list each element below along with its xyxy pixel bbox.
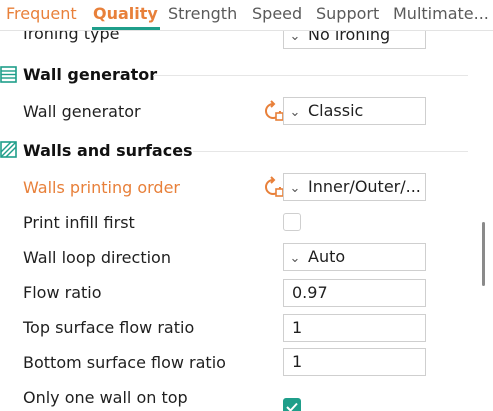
wall-generator-label: Wall generator: [23, 102, 141, 121]
chevron-down-icon: ⌄: [289, 105, 301, 120]
tab-strength[interactable]: Strength: [168, 4, 237, 23]
chevron-down-icon: ⌄: [289, 31, 301, 44]
wall-loop-direction-label: Wall loop direction: [23, 248, 171, 267]
settings-tab-bar: Frequent Quality Strength Speed Support …: [0, 0, 493, 31]
active-tab-indicator: [92, 27, 160, 30]
section-divider: [193, 151, 468, 152]
section-title-wall-generator: Wall generator: [23, 65, 158, 84]
scrollbar-thumb[interactable]: [482, 222, 485, 286]
walls-printing-order-select[interactable]: ⌄ Inner/Outer/...: [283, 173, 426, 201]
tab-quality[interactable]: Quality: [93, 4, 158, 23]
only-one-wall-on-top-checkbox[interactable]: [283, 398, 301, 411]
chevron-down-icon: ⌄: [289, 181, 301, 196]
section-title-walls-and-surfaces: Walls and surfaces: [23, 141, 193, 160]
top-surface-flow-ratio-label: Top surface flow ratio: [23, 318, 195, 337]
walls-surfaces-icon: [0, 141, 17, 158]
wall-loop-direction-select[interactable]: ⌄ Auto: [283, 243, 426, 271]
flow-ratio-input[interactable]: 0.97: [283, 279, 426, 307]
ironing-type-select[interactable]: ⌄ No ironing: [283, 31, 426, 49]
section-divider: [153, 75, 468, 76]
reset-icon[interactable]: [262, 100, 284, 122]
only-one-wall-on-top-label: Only one wall on top: [23, 388, 188, 407]
tab-support[interactable]: Support: [316, 4, 379, 23]
wall-generator-icon: [0, 66, 17, 83]
bottom-surface-flow-ratio-label: Bottom surface flow ratio: [23, 353, 226, 372]
ironing-type-label: Ironing type: [23, 31, 120, 43]
print-infill-first-label: Print infill first: [23, 213, 135, 232]
settings-panel: Ironing type ⌄ No ironing Wall generator …: [0, 31, 480, 411]
tab-speed[interactable]: Speed: [252, 4, 302, 23]
flow-ratio-label: Flow ratio: [23, 283, 102, 302]
bottom-surface-flow-ratio-input[interactable]: 1: [283, 348, 426, 376]
checkmark-icon: [286, 402, 298, 411]
print-infill-first-checkbox[interactable]: [283, 213, 301, 231]
top-surface-flow-ratio-input[interactable]: 1: [283, 314, 426, 342]
reset-icon[interactable]: [262, 176, 284, 198]
walls-printing-order-label: Walls printing order: [23, 178, 180, 197]
wall-loop-direction-value: Auto: [308, 247, 346, 266]
walls-printing-order-value: Inner/Outer/...: [308, 177, 421, 196]
tab-multimaterial[interactable]: Multimate...: [393, 4, 489, 23]
chevron-down-icon: ⌄: [289, 251, 301, 266]
wall-generator-select[interactable]: ⌄ Classic: [283, 97, 426, 125]
tab-frequent[interactable]: Frequent: [6, 4, 77, 23]
ironing-type-value: No ironing: [308, 31, 391, 44]
wall-generator-value: Classic: [308, 101, 364, 120]
